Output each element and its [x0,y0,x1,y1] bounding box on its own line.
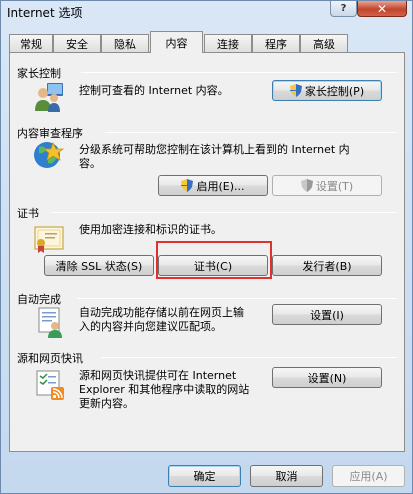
divider [105,132,397,133]
enable-button[interactable]: 启用(E)... [158,175,268,196]
uac-shield-icon [289,84,302,97]
feeds-icon [36,370,64,400]
tab-security[interactable]: 安全 [53,34,101,52]
clear-ssl-state-button[interactable]: 清除 SSL 状态(S) [44,255,154,276]
certificate-icon [34,226,64,253]
tab-privacy[interactable]: 隐私 [101,34,149,52]
highlight-box [156,241,272,279]
tab-advanced[interactable]: 高级 [300,34,348,52]
divider [77,298,397,299]
cancel-button[interactable]: 取消 [250,465,323,487]
uac-shield-icon [300,179,313,192]
certificates-description: 使用加密连接和标识的证书。 [79,223,222,236]
feeds-description-line2: Explorer 和其他程序中读取的网站 [79,383,250,396]
tab-programs[interactable]: 程序 [252,34,300,52]
enable-button-label: 启用(E)... [196,179,245,193]
content-advisor-settings-button[interactable]: 设置(T) [272,175,382,196]
internet-options-window: Internet 选项 ? ✕ 常规 安全 隐私 内容 连接 程序 高级 家长控… [0,0,413,494]
feeds-heading: 源和网页快讯 [17,352,83,365]
title-bar[interactable]: Internet 选项 ? ✕ [1,1,412,23]
tab-content[interactable]: 内容 [150,31,203,53]
parental-controls-button[interactable]: 家长控制(P) [272,80,382,101]
parental-controls-heading: 家长控制 [17,67,61,80]
window-title: Internet 选项 [7,6,83,20]
users-icon [35,83,63,112]
autocomplete-description-line2: 入的内容并向您建议匹配项。 [79,320,222,333]
content-advisor-description-line1: 分级系统可帮助您控制在该计算机上看到的 Internet 内 [79,143,350,156]
autocomplete-description-line1: 自动完成功能存储以前在网页上输 [79,306,244,319]
feeds-settings-button[interactable]: 设置(N) [272,367,382,388]
parental-controls-button-label: 家长控制(P) [304,84,365,98]
close-button[interactable]: ✕ [357,1,407,17]
publishers-button[interactable]: 发行者(B) [272,255,382,276]
apply-button[interactable]: 应用(A) [332,465,405,487]
autocomplete-heading: 自动完成 [17,293,61,306]
help-button[interactable]: ? [330,1,357,17]
content-advisor-settings-label: 设置(T) [315,179,354,193]
certificates-heading: 证书 [17,207,39,220]
feeds-description-line3: 更新内容。 [79,397,134,410]
parental-controls-description: 控制可查看的 Internet 内容。 [79,84,229,97]
globe-icon [34,141,65,168]
tab-connections[interactable]: 连接 [204,34,252,52]
uac-shield-icon [181,179,194,192]
divider [81,72,397,73]
feeds-description-line1: 源和网页快讯提供可在 Internet [79,369,237,382]
ok-button[interactable]: 确定 [168,465,241,487]
content-advisor-description-line2: 容。 [79,157,101,170]
tab-general[interactable]: 常规 [9,34,53,52]
autocomplete-settings-button[interactable]: 设置(I) [272,304,382,325]
divider [101,357,397,358]
divider [51,212,397,213]
autocomplete-icon [38,307,62,338]
